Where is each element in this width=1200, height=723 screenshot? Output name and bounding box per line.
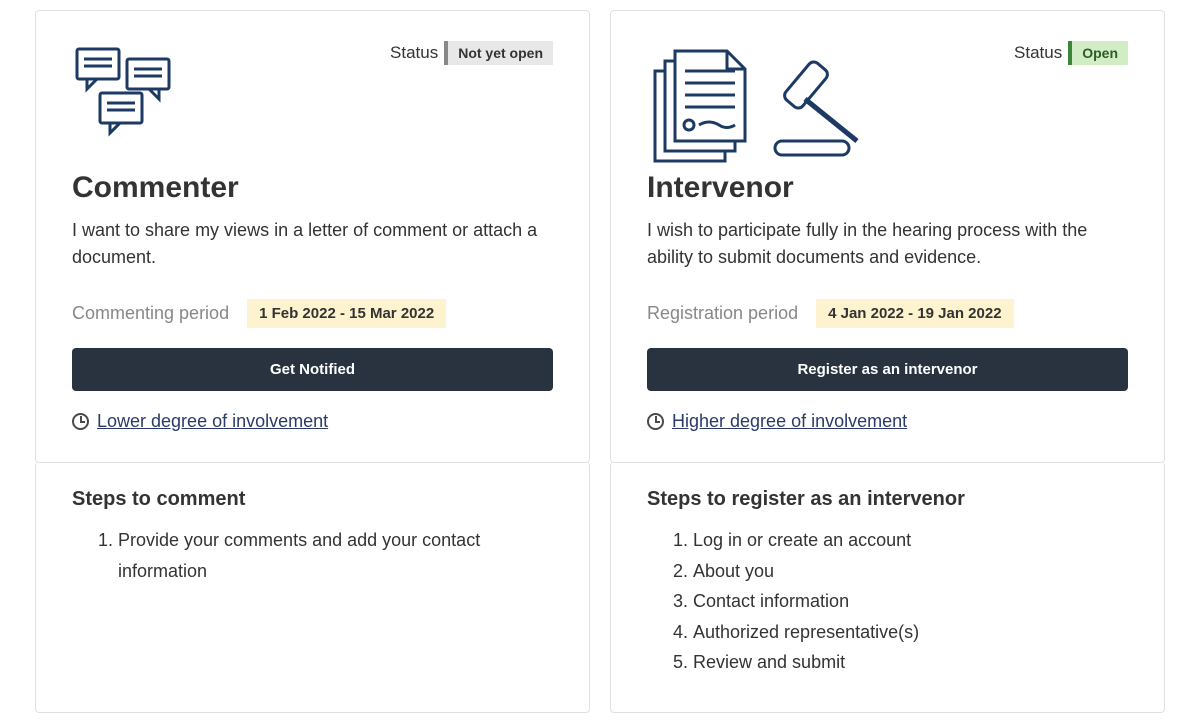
register-intervenor-button[interactable]: Register as an intervenor: [647, 348, 1128, 391]
intervenor-involvement-link[interactable]: Higher degree of involvement: [672, 411, 907, 432]
intervenor-title: Intervenor: [647, 171, 1128, 205]
commenter-steps-card: Steps to comment Provide your comments a…: [35, 462, 590, 713]
intervenor-period-label: Registration period: [647, 303, 798, 324]
list-item: Authorized representative(s): [693, 617, 1128, 648]
clock-icon: [647, 413, 664, 430]
status-label: Status: [1014, 43, 1062, 63]
list-item: Review and submit: [693, 647, 1128, 678]
get-notified-button[interactable]: Get Notified: [72, 348, 553, 391]
intervenor-status-badge: Open: [1068, 41, 1128, 65]
status-badge-wrap: Status Open: [1014, 41, 1128, 65]
commenter-period-label: Commenting period: [72, 303, 229, 324]
commenter-period-range: 1 Feb 2022 - 15 Mar 2022: [247, 299, 446, 328]
list-item: Log in or create an account: [693, 525, 1128, 556]
intervenor-period-range: 4 Jan 2022 - 19 Jan 2022: [816, 299, 1013, 328]
commenter-card: Status Not yet open: [35, 10, 590, 463]
commenter-steps-list: Provide your comments and add your conta…: [72, 525, 553, 586]
commenter-involvement-link[interactable]: Lower degree of involvement: [97, 411, 328, 432]
commenter-steps-title: Steps to comment: [72, 488, 553, 511]
commenter-status-badge: Not yet open: [444, 41, 553, 65]
list-item: Contact information: [693, 586, 1128, 617]
clock-icon: [72, 413, 89, 430]
commenter-description: I want to share my views in a letter of …: [72, 217, 553, 271]
list-item: Provide your comments and add your conta…: [118, 525, 553, 586]
list-item: About you: [693, 556, 1128, 587]
intervenor-steps-card: Steps to register as an intervenor Log i…: [610, 462, 1165, 713]
intervenor-steps-title: Steps to register as an intervenor: [647, 488, 1128, 511]
status-badge-wrap: Status Not yet open: [390, 41, 553, 65]
intervenor-card: Status Open: [610, 10, 1165, 463]
intervenor-steps-list: Log in or create an accountAbout youCont…: [647, 525, 1128, 678]
status-label: Status: [390, 43, 438, 63]
intervenor-description: I wish to participate fully in the heari…: [647, 217, 1128, 271]
commenter-title: Commenter: [72, 171, 553, 205]
